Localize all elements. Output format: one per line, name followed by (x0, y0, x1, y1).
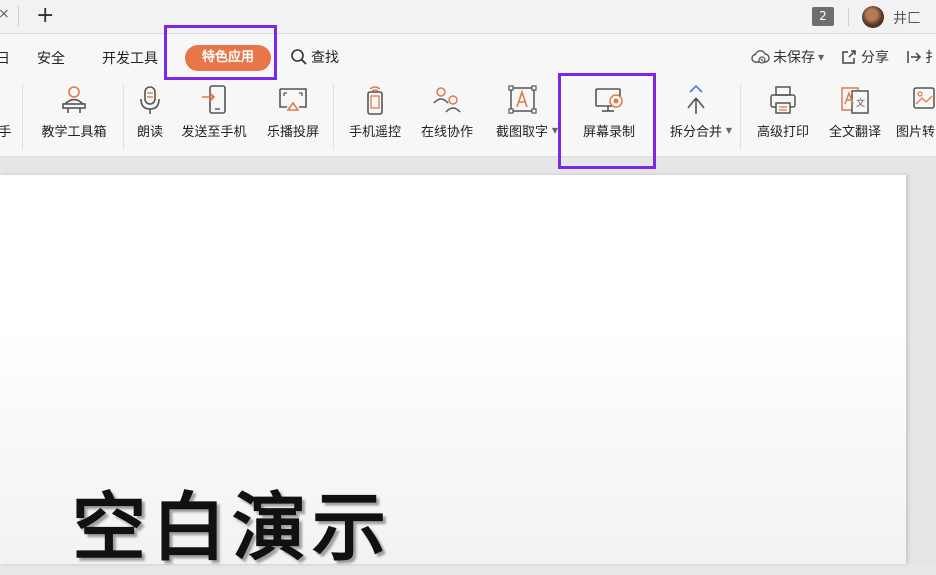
menu-bar: 日 安全 开发工具 查找 未保存 ▼ 分享 扌 (0, 34, 936, 80)
svg-text:文: 文 (856, 97, 865, 109)
ribbon-label: 手机遥控 (348, 125, 401, 140)
slide-title[interactable]: 空白演示 (72, 468, 392, 575)
search-label: 查找 (311, 50, 339, 66)
ribbon-label: 高级打印 (756, 125, 809, 140)
ribbon-item-advanced-print[interactable]: 高级打印 (750, 80, 816, 150)
window-count-badge[interactable]: 2 (812, 7, 834, 26)
ribbon-label: 发送至手机 (181, 125, 247, 140)
ribbon-label: 截图取字 (495, 125, 548, 140)
more-button-partial[interactable]: 扌 (906, 47, 936, 67)
ribbon-item-send-to-phone[interactable]: 发送至手机 (174, 80, 254, 150)
avatar[interactable] (862, 6, 884, 28)
teacher-icon (62, 86, 86, 113)
ribbon-item-phone-remote[interactable]: 手机遥控 (342, 80, 408, 150)
microphone-icon (140, 86, 160, 114)
ribbon-label: 手 (0, 125, 12, 140)
ribbon-item-image-convert[interactable]: 图片转 (894, 80, 936, 150)
divider (848, 8, 849, 26)
printer-icon (770, 86, 796, 114)
cloud-unsaved-icon (751, 50, 770, 64)
ribbon-item-full-translate[interactable]: 文 全文翻译 (822, 80, 888, 150)
divider (123, 84, 124, 150)
ribbon-label: 在线协作 (420, 125, 473, 140)
ribbon-label: 乐播投屏 (266, 125, 319, 140)
collapse-icon (907, 51, 922, 63)
save-status-button[interactable]: 未保存 ▼ (750, 47, 824, 67)
ribbon-label: 朗读 (136, 125, 163, 140)
chevron-down-icon: ▼ (818, 52, 825, 62)
ribbon-item-online-collaboration[interactable]: 在线协作 (414, 80, 480, 150)
ribbon-label: 拆分合并 (669, 125, 722, 140)
save-status-label: 未保存 (773, 50, 815, 66)
share-button[interactable]: 分享 (840, 47, 889, 67)
ribbon-item-ocr[interactable]: 截图取字 ▼ (486, 80, 558, 150)
ribbon-label: 图片转 (896, 125, 936, 140)
phone-remote-icon (367, 86, 383, 115)
tab-bar: × + 2 井匚 (0, 0, 936, 34)
ribbon-label: 全文翻译 (828, 125, 881, 140)
highlight-box-special-apps (164, 25, 277, 80)
translate-icon: 文 (841, 87, 869, 114)
split-merge-icon (687, 84, 705, 114)
menu-item-developer-tools[interactable]: 开发工具 (102, 48, 158, 68)
chevron-down-icon[interactable]: ▼ (726, 126, 732, 135)
collaboration-icon (433, 87, 461, 113)
divider (22, 84, 23, 150)
share-label: 分享 (861, 50, 889, 66)
highlight-box-screen-record (558, 73, 656, 169)
send-to-phone-icon (202, 85, 226, 114)
ocr-icon (508, 85, 537, 114)
menu-item-security[interactable]: 安全 (37, 48, 65, 68)
ribbon-item-screen-cast[interactable]: 乐播投屏 (260, 80, 326, 150)
search-icon (291, 49, 307, 65)
ribbon-toolbar: 手 教学工具箱 朗读 发送至手机 乐播投屏 手机遥控 在线协作 截图取字 ▼ 屏… (0, 80, 936, 157)
ribbon-item-teaching-toolbox[interactable]: 教学工具箱 (32, 80, 116, 150)
divider (740, 84, 741, 150)
tab-close-icon[interactable]: × (0, 6, 10, 22)
ribbon-label: 教学工具箱 (41, 125, 107, 140)
ribbon-item-read-aloud[interactable]: 朗读 (130, 80, 170, 150)
menu-item-partial[interactable]: 日 (0, 48, 10, 68)
ribbon-item-partial[interactable]: 手 (0, 80, 18, 150)
more-label-partial: 扌 (925, 50, 936, 66)
screen-cast-icon (279, 88, 307, 111)
username[interactable]: 井匚 (893, 8, 921, 28)
search-button[interactable]: 查找 (290, 47, 339, 67)
divider (333, 84, 334, 150)
ribbon-item-split-merge[interactable]: 拆分合并 ▼ (660, 80, 732, 150)
divider (18, 6, 19, 26)
image-convert-icon (913, 87, 935, 109)
share-icon (842, 50, 856, 64)
new-tab-button[interactable]: + (36, 2, 54, 30)
